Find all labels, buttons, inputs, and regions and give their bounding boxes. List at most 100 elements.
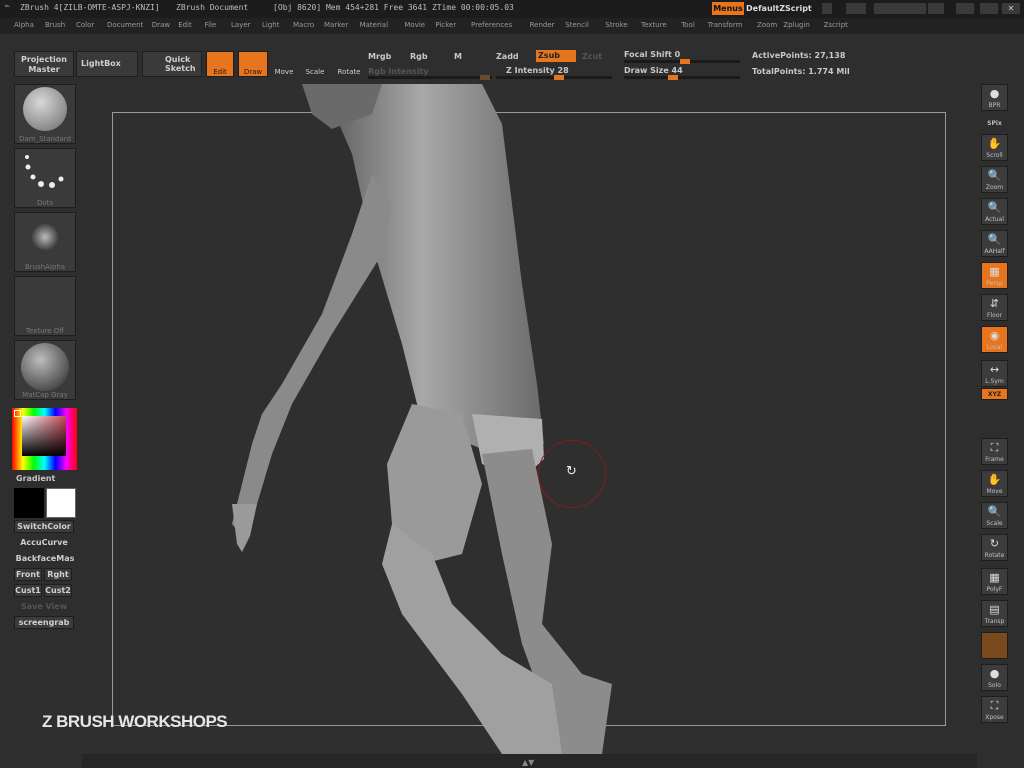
brush-tile[interactable]: Dam_Standard: [14, 84, 76, 144]
menu-render[interactable]: Render: [530, 21, 555, 29]
primary-color-swatch[interactable]: [46, 488, 76, 518]
draw-size-track[interactable]: [624, 75, 740, 80]
polyf-button[interactable]: ▦ PolyF: [981, 568, 1008, 595]
color-square[interactable]: [22, 416, 66, 456]
menu-material[interactable]: Material: [360, 21, 388, 29]
frame-icon: ⛶: [990, 441, 999, 454]
help-icon[interactable]: [822, 3, 832, 14]
minimize-icon[interactable]: [956, 3, 974, 14]
menu-edit[interactable]: Edit: [178, 21, 192, 29]
scale-view-button[interactable]: 🔍 Scale: [981, 502, 1008, 529]
save-view-button[interactable]: Save View: [14, 600, 74, 613]
menu-document[interactable]: Document: [107, 21, 143, 29]
gradient-label[interactable]: Gradient: [16, 474, 55, 483]
transp-button[interactable]: ▤ Transp: [981, 600, 1008, 627]
rotate-button[interactable]: Rotate: [334, 51, 364, 77]
screengrab-button[interactable]: screengrab: [14, 616, 74, 629]
z-intensity-slider[interactable]: Z Intensity 28: [506, 66, 569, 75]
menu-zplugin[interactable]: Zplugin: [783, 21, 809, 29]
material-tile[interactable]: MatCap Gray: [14, 340, 76, 400]
texture-tile[interactable]: Texture Off: [14, 276, 76, 336]
frame-button[interactable]: ⛶ Frame: [981, 438, 1008, 465]
floor-button[interactable]: ⇵ Floor: [981, 294, 1008, 321]
menu-file[interactable]: File: [205, 21, 217, 29]
menu-movie[interactable]: Movie: [404, 21, 425, 29]
solo-button[interactable]: ● Solo: [981, 664, 1008, 691]
rotate-view-button[interactable]: ↻ Rotate: [981, 534, 1008, 561]
color-picker[interactable]: [12, 408, 77, 470]
lsym-button[interactable]: ↔ L.Sym: [981, 360, 1008, 387]
persp-button[interactable]: ▦ Persp: [981, 262, 1008, 289]
disabled-tool-button[interactable]: [981, 632, 1008, 659]
local-button[interactable]: ◉ Local: [981, 326, 1008, 353]
stroke-tile[interactable]: Dots: [14, 148, 76, 208]
scroll-button[interactable]: ✋ Scroll: [981, 134, 1008, 161]
accucurve-button[interactable]: AccuCurve: [14, 536, 74, 549]
menu-stroke[interactable]: Stroke: [605, 21, 627, 29]
scale-button[interactable]: Scale: [302, 51, 328, 77]
edit-button[interactable]: Edit: [206, 51, 234, 77]
document-canvas[interactable]: ↻: [82, 84, 977, 754]
m-button[interactable]: M: [454, 52, 462, 61]
menu-alpha[interactable]: Alpha: [14, 21, 34, 29]
rgb-intensity-slider[interactable]: Rgb Intensity: [368, 67, 429, 76]
actual-label: Actual: [985, 216, 1004, 223]
cust1-button[interactable]: Cust1: [14, 584, 42, 597]
z-intensity-track[interactable]: [496, 75, 612, 80]
zcut-button[interactable]: Zcut: [582, 52, 602, 61]
menu-tool[interactable]: Tool: [681, 21, 695, 29]
backface-mask-button[interactable]: BackfaceMas: [14, 552, 76, 565]
menu-macro[interactable]: Macro: [293, 21, 314, 29]
menu-layer[interactable]: Layer: [231, 21, 251, 29]
menus-button[interactable]: Menus: [712, 2, 744, 15]
xyz-button[interactable]: XYZ: [981, 388, 1008, 400]
maximize-icon[interactable]: [980, 3, 998, 14]
secondary-color-swatch[interactable]: [14, 488, 44, 518]
scroll-label: Scroll: [986, 152, 1003, 159]
menu-texture[interactable]: Texture: [641, 21, 667, 29]
menu-preferences[interactable]: Preferences: [471, 21, 512, 29]
menu-marker[interactable]: Marker: [324, 21, 348, 29]
actual-button[interactable]: 🔍 Actual: [981, 198, 1008, 225]
menu-brush[interactable]: Brush: [45, 21, 65, 29]
arrows-icon[interactable]: [846, 3, 866, 14]
focal-shift-slider[interactable]: Focal Shift 0: [624, 50, 680, 59]
rgb-button[interactable]: Rgb: [410, 52, 428, 61]
menu-picker[interactable]: Picker: [435, 21, 456, 29]
draw-size-slider[interactable]: Draw Size 44: [624, 66, 683, 75]
spix-slider[interactable]: SPix: [981, 116, 1008, 130]
lock-icon[interactable]: [928, 3, 944, 14]
menu-light[interactable]: Light: [262, 21, 279, 29]
zsub-button[interactable]: Zsub: [536, 50, 576, 62]
move-button[interactable]: Move: [272, 51, 296, 77]
menu-color[interactable]: Color: [76, 21, 94, 29]
zadd-button[interactable]: Zadd: [496, 52, 519, 61]
mrgb-button[interactable]: Mrgb: [368, 52, 391, 61]
right-button[interactable]: Rght: [44, 568, 72, 581]
menu-transform[interactable]: Transform: [708, 21, 743, 29]
switch-color-button[interactable]: SwitchColor: [14, 520, 74, 533]
cust2-button[interactable]: Cust2: [44, 584, 72, 597]
aahalf-button[interactable]: 🔍 AAHalf: [981, 230, 1008, 257]
rgb-intensity-track[interactable]: [368, 75, 492, 80]
layout-buttons[interactable]: [874, 3, 926, 14]
script-button[interactable]: DefaultZScript: [746, 2, 818, 15]
projection-master-button[interactable]: Projection Master: [14, 51, 74, 77]
front-button[interactable]: Front: [14, 568, 42, 581]
move-view-button[interactable]: ✋ Move: [981, 470, 1008, 497]
menu-zoom[interactable]: Zoom: [757, 21, 777, 29]
xpose-button[interactable]: ⛶ Xpose: [981, 696, 1008, 723]
lightbox-button[interactable]: LightBox: [76, 51, 138, 77]
alpha-tile[interactable]: BrushAlpha: [14, 212, 76, 272]
draw-button[interactable]: Draw: [238, 51, 268, 77]
menu-zscript[interactable]: Zscript: [824, 21, 848, 29]
close-icon[interactable]: ✕: [1002, 3, 1020, 14]
quick-sketch-button[interactable]: Quick Sketch: [142, 51, 202, 77]
focal-shift-track[interactable]: [624, 59, 740, 64]
tray-arrow-icon[interactable]: ▲▼: [522, 758, 534, 767]
bottom-tray-bar[interactable]: ▲▼: [82, 754, 977, 768]
menu-stencil[interactable]: Stencil: [565, 21, 589, 29]
bpr-button[interactable]: ● BPR: [981, 84, 1008, 111]
zoom-button[interactable]: 🔍 Zoom: [981, 166, 1008, 193]
menu-draw[interactable]: Draw: [152, 21, 170, 29]
